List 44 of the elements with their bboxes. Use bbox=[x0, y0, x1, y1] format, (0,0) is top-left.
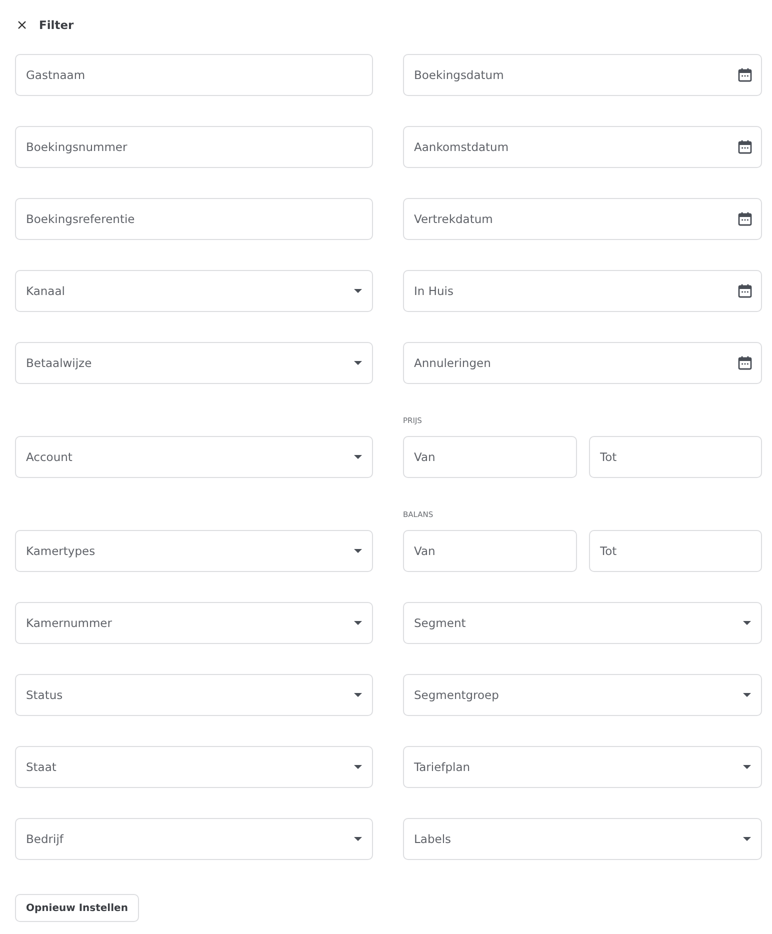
caret-icon bbox=[354, 765, 362, 769]
caret-icon bbox=[743, 621, 751, 625]
select-field[interactable]: Labels bbox=[403, 818, 762, 860]
select-field[interactable]: Bedrijf bbox=[15, 818, 373, 860]
caret-icon bbox=[743, 837, 751, 841]
calendar-icon bbox=[738, 68, 752, 82]
caret-icon bbox=[354, 549, 362, 553]
from-field[interactable]: Van bbox=[403, 436, 577, 478]
reset-button[interactable]: Opnieuw Instellen bbox=[15, 894, 139, 922]
to-field[interactable]: Tot bbox=[589, 530, 762, 572]
caret-icon bbox=[354, 621, 362, 625]
close-icon[interactable] bbox=[18, 21, 26, 29]
select-field[interactable]: Status bbox=[15, 674, 373, 716]
calendar-icon bbox=[738, 212, 752, 226]
date-field[interactable]: Boekingsdatum bbox=[403, 54, 762, 96]
date-field[interactable]: Vertrekdatum bbox=[403, 198, 762, 240]
select-field[interactable]: Account bbox=[15, 436, 373, 478]
caret-icon bbox=[354, 361, 362, 365]
caret-icon bbox=[743, 693, 751, 697]
from-field[interactable]: Van bbox=[403, 530, 577, 572]
calendar-icon bbox=[738, 140, 752, 154]
date-field[interactable]: Aankomstdatum bbox=[403, 126, 762, 168]
caret-icon bbox=[354, 693, 362, 697]
text-field[interactable]: Boekingsreferentie bbox=[15, 198, 373, 240]
select-field[interactable]: Kanaal bbox=[15, 270, 373, 312]
panel-title: Filter bbox=[39, 18, 74, 32]
caret-icon bbox=[354, 289, 362, 293]
calendar-icon bbox=[738, 356, 752, 370]
text-field[interactable]: Gastnaam bbox=[15, 54, 373, 96]
select-field[interactable]: Betaalwijze bbox=[15, 342, 373, 384]
text-field[interactable]: Boekingsnummer bbox=[15, 126, 373, 168]
select-field[interactable]: Segment bbox=[403, 602, 762, 644]
select-field[interactable]: Kamernummer bbox=[15, 602, 373, 644]
select-field[interactable]: Staat bbox=[15, 746, 373, 788]
caret-icon bbox=[743, 765, 751, 769]
to-field[interactable]: Tot bbox=[589, 436, 762, 478]
select-field[interactable]: Tariefplan bbox=[403, 746, 762, 788]
select-field[interactable]: Segmentgroep bbox=[403, 674, 762, 716]
caret-icon bbox=[354, 837, 362, 841]
date-field[interactable]: In Huis bbox=[403, 270, 762, 312]
caret-icon bbox=[354, 455, 362, 459]
date-field[interactable]: Annuleringen bbox=[403, 342, 762, 384]
calendar-icon bbox=[738, 284, 752, 298]
select-field[interactable]: Kamertypes bbox=[15, 530, 373, 572]
